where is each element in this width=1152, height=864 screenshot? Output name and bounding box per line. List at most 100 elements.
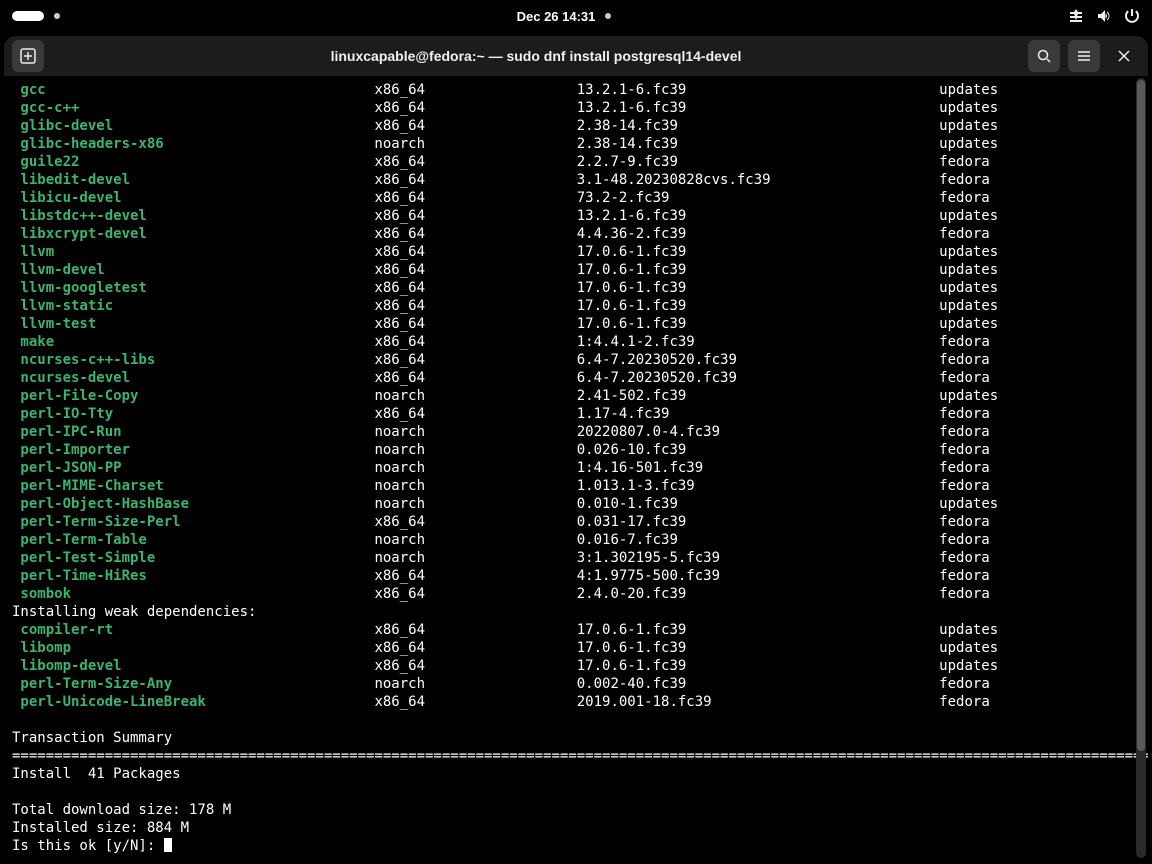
package-details: x86_64 2.2.7-9.fc39 fedora 6.5 M <box>79 154 1148 170</box>
scrollbar[interactable] <box>1136 78 1146 858</box>
menu-button[interactable] <box>1068 40 1100 72</box>
package-row: perl-Term-Table noarch 0.016-7.fc39 fedo… <box>12 531 1140 549</box>
package-name: llvm-static <box>12 298 113 314</box>
package-name: llvm <box>12 244 54 260</box>
package-name: libedit-devel <box>12 172 130 188</box>
new-tab-button[interactable] <box>12 40 44 72</box>
package-details: x86_64 1:4.4.1-2.fc39 fedora 589 k <box>54 334 1148 350</box>
package-row: libomp-devel x86_64 17.0.6-1.fc39 update… <box>12 657 1140 675</box>
package-row: ncurses-devel x86_64 6.4-7.20230520.fc39… <box>12 369 1140 387</box>
package-row: glibc-devel x86_64 2.38-14.fc39 updates … <box>12 117 1140 135</box>
package-name: perl-IPC-Run <box>12 424 122 440</box>
package-name: perl-Test-Simple <box>12 550 155 566</box>
volume-icon[interactable] <box>1096 8 1112 24</box>
package-row: perl-JSON-PP noarch 1:4.16-501.fc39 fedo… <box>12 459 1140 477</box>
package-row: libicu-devel x86_64 73.2-2.fc39 fedora 9… <box>12 189 1140 207</box>
package-details: x86_64 4.4.36-2.fc39 fedora 30 k <box>147 226 1148 242</box>
package-row: llvm x86_64 17.0.6-1.fc39 updates 25 M <box>12 243 1140 261</box>
package-name: perl-Unicode-LineBreak <box>12 694 206 710</box>
package-row: perl-File-Copy noarch 2.41-502.fc39 upda… <box>12 387 1140 405</box>
package-details: x86_64 17.0.6-1.fc39 updates 2.3 M <box>113 622 1148 638</box>
package-details: x86_64 2019.001-18.fc39 fedora 120 k <box>206 694 1148 710</box>
package-name: perl-File-Copy <box>12 388 138 404</box>
package-name: libomp <box>12 640 71 656</box>
package-details: noarch 2.38-14.fc39 updates 568 k <box>164 136 1148 152</box>
package-details: x86_64 4:1.9775-500.fc39 fedora 57 k <box>147 568 1148 584</box>
topbar-right <box>1068 8 1140 24</box>
package-details: noarch 2.41-502.fc39 updates 20 k <box>138 388 1148 404</box>
package-name: guile22 <box>12 154 79 170</box>
package-row: make x86_64 1:4.4.1-2.fc39 fedora 589 k <box>12 333 1140 351</box>
package-details: x86_64 1.17-4.fc39 fedora 42 k <box>113 406 1148 422</box>
package-details: x86_64 2.38-14.fc39 updates 84 k <box>113 118 1148 134</box>
package-details: noarch 0.002-40.fc39 fedora 13 k <box>172 676 1148 692</box>
blank-line <box>12 783 1140 801</box>
package-name: libstdc++-devel <box>12 208 147 224</box>
package-details: x86_64 17.0.6-1.fc39 updates 628 k <box>96 316 1148 332</box>
package-details: noarch 3:1.302195-5.fc39 fedora 575 k <box>155 550 1148 566</box>
package-name: glibc-devel <box>12 118 113 134</box>
terminal-output[interactable]: gcc x86_64 13.2.1-6.fc39 updates 34 M gc… <box>4 76 1148 860</box>
package-row: perl-Importer noarch 0.026-10.fc39 fedor… <box>12 441 1140 459</box>
search-button[interactable] <box>1028 40 1060 72</box>
package-name: perl-Time-HiRes <box>12 568 147 584</box>
topbar-clock[interactable]: Dec 26 14:31 <box>517 9 612 24</box>
blank-line <box>12 711 1140 729</box>
package-name: gcc <box>12 82 46 98</box>
package-details: x86_64 13.2.1-6.fc39 updates 34 M <box>46 82 1148 98</box>
package-name: perl-JSON-PP <box>12 460 122 476</box>
package-details: x86_64 17.0.6-1.fc39 updates 356 k <box>147 280 1148 296</box>
package-name: llvm-googletest <box>12 280 147 296</box>
network-icon[interactable] <box>1068 8 1084 24</box>
package-row: llvm-test x86_64 17.0.6-1.fc39 updates 6… <box>12 315 1140 333</box>
prompt-text: Is this ok [y/N]: <box>12 838 164 854</box>
package-row: perl-IPC-Run noarch 20220807.0-4.fc39 fe… <box>12 423 1140 441</box>
package-name: gcc-c++ <box>12 100 79 116</box>
package-details: x86_64 17.0.6-1.fc39 updates 320 k <box>122 658 1148 674</box>
close-button[interactable] <box>1108 40 1140 72</box>
package-row: sombok x86_64 2.4.0-20.fc39 fedora 48 k <box>12 585 1140 603</box>
package-row: libxcrypt-devel x86_64 4.4.36-2.fc39 fed… <box>12 225 1140 243</box>
package-row: ncurses-c++-libs x86_64 6.4-7.20230520.f… <box>12 351 1140 369</box>
package-row: perl-MIME-Charset noarch 1.013.1-3.fc39 … <box>12 477 1140 495</box>
package-row: libstdc++-devel x86_64 13.2.1-6.fc39 upd… <box>12 207 1140 225</box>
package-details: x86_64 17.0.6-1.fc39 updates 3.9 M <box>105 262 1148 278</box>
install-count: Install 41 Packages <box>12 765 1140 783</box>
power-icon[interactable] <box>1124 8 1140 24</box>
confirm-prompt[interactable]: Is this ok [y/N]: <box>12 837 1140 855</box>
topbar-left <box>12 11 60 21</box>
window-title: linuxcapable@fedora:~ — sudo dnf install… <box>44 48 1028 64</box>
terminal-titlebar: linuxcapable@fedora:~ — sudo dnf install… <box>4 36 1148 76</box>
package-name: llvm-test <box>12 316 96 332</box>
package-name: libomp-devel <box>12 658 122 674</box>
scrollbar-thumb[interactable] <box>1137 80 1145 751</box>
package-details: noarch 0.026-10.fc39 fedora 39 k <box>130 442 1148 458</box>
download-size: Total download size: 178 M <box>12 801 1140 819</box>
package-details: x86_64 3.1-48.20230828cvs.fc39 fedora 40… <box>130 172 1148 188</box>
package-details: noarch 1.013.1-3.fc39 fedora 48 k <box>164 478 1148 494</box>
package-name: ncurses-devel <box>12 370 130 386</box>
transaction-summary-header: Transaction Summary <box>12 729 1140 747</box>
package-name: perl-Object-HashBase <box>12 496 189 512</box>
clock-text: Dec 26 14:31 <box>517 9 596 24</box>
package-details: x86_64 13.2.1-6.fc39 updates 2.6 M <box>147 208 1148 224</box>
package-details: x86_64 2.4.0-20.fc39 fedora 48 k <box>71 586 1148 602</box>
package-row: perl-Time-HiRes x86_64 4:1.9775-500.fc39… <box>12 567 1140 585</box>
package-details: x86_64 13.2.1-6.fc39 updates 13 M <box>79 100 1148 116</box>
package-row: guile22 x86_64 2.2.7-9.fc39 fedora 6.5 M <box>12 153 1140 171</box>
package-details: x86_64 17.0.6-1.fc39 updates 35 M <box>113 298 1148 314</box>
package-row: perl-Term-Size-Perl x86_64 0.031-17.fc39… <box>12 513 1140 531</box>
package-name: compiler-rt <box>12 622 113 638</box>
package-name: libicu-devel <box>12 190 122 206</box>
package-row: libedit-devel x86_64 3.1-48.20230828cvs.… <box>12 171 1140 189</box>
package-row: gcc-c++ x86_64 13.2.1-6.fc39 updates 13 … <box>12 99 1140 117</box>
package-details: x86_64 73.2-2.fc39 fedora 924 k <box>122 190 1148 206</box>
package-name: perl-IO-Tty <box>12 406 113 422</box>
activities-button[interactable] <box>12 11 44 21</box>
divider: ========================================… <box>12 747 1140 765</box>
package-name: perl-Importer <box>12 442 130 458</box>
package-row: compiler-rt x86_64 17.0.6-1.fc39 updates… <box>12 621 1140 639</box>
cursor <box>164 838 172 852</box>
package-details: noarch 20220807.0-4.fc39 fedora 121 k <box>122 424 1148 440</box>
package-name: perl-Term-Table <box>12 532 147 548</box>
